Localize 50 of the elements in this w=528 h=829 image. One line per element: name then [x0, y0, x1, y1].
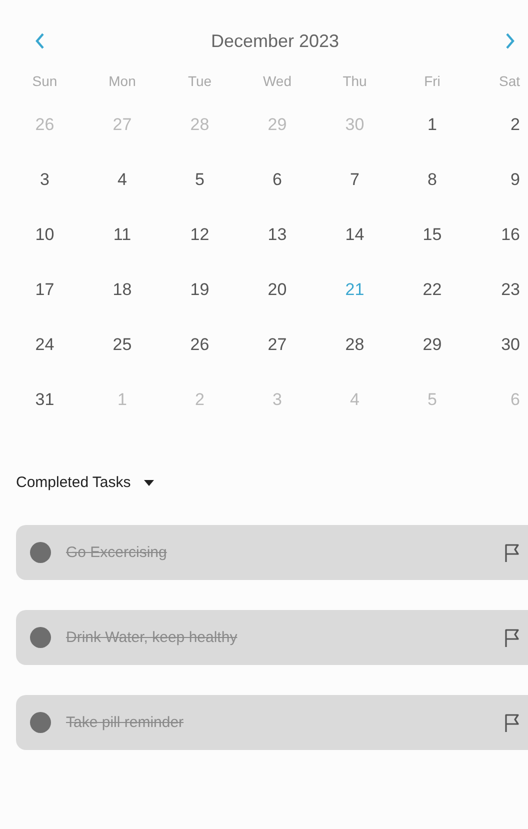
calendar-day[interactable]: 3 [40, 169, 50, 191]
calendar-day[interactable]: 15 [422, 224, 442, 246]
calendar-day[interactable]: 5 [195, 169, 204, 191]
month-title: December 2023 [210, 30, 340, 52]
task-title: Drink Water, keep healthy [66, 629, 238, 646]
weekday-label: Fri [424, 72, 440, 91]
calendar-day[interactable]: 18 [112, 279, 132, 301]
weekday-label: Sat [498, 72, 520, 91]
calendar-day[interactable]: 14 [345, 224, 364, 246]
flag-icon[interactable] [504, 628, 520, 648]
status-dot-icon [30, 542, 51, 563]
weekday-label: Sun [32, 72, 58, 91]
calendar-day[interactable]: 4 [118, 169, 127, 191]
calendar-day[interactable]: 10 [35, 224, 54, 246]
weekday-label: Thu [342, 72, 367, 91]
calendar-day[interactable]: 19 [190, 279, 210, 301]
calendar-day[interactable]: 28 [345, 334, 364, 356]
status-dot-icon [30, 712, 51, 733]
weekday-label: Tue [188, 72, 212, 91]
previous-month-button[interactable] [34, 32, 46, 50]
task-title: Go Excercising [66, 544, 168, 561]
calendar-day[interactable]: 31 [35, 389, 54, 411]
calendar-day[interactable]: 16 [501, 224, 520, 246]
calendar-day[interactable]: 7 [350, 169, 360, 191]
calendar-day[interactable]: 13 [268, 224, 287, 246]
next-month-button[interactable] [504, 32, 516, 50]
calendar-day[interactable]: 1 [428, 114, 437, 136]
calendar-day[interactable]: 30 [501, 334, 520, 356]
calendar-day[interactable]: 27 [268, 334, 287, 356]
calendar-day[interactable]: 22 [422, 279, 442, 301]
task-title: Take pill reminder [66, 714, 185, 731]
calendar-day[interactable]: 29 [422, 334, 442, 356]
calendar-day[interactable]: 12 [190, 224, 210, 246]
status-dot-icon [30, 627, 51, 648]
calendar-day[interactable]: 23 [501, 279, 520, 301]
calendar-day[interactable]: 17 [35, 279, 54, 301]
calendar-day[interactable]: 2 [510, 114, 520, 136]
calendar-day[interactable]: 26 [190, 334, 210, 356]
calendar-day[interactable]: 8 [428, 169, 437, 191]
calendar-day[interactable]: 25 [112, 334, 132, 356]
weekday-label: Mon [108, 72, 136, 91]
calendar-day[interactable]: 24 [35, 334, 54, 356]
section-toggle[interactable]: Completed Tasks [16, 474, 155, 491]
calendar-day[interactable]: 6 [272, 169, 282, 191]
weekday-label: Wed [262, 72, 292, 91]
flag-icon[interactable] [504, 712, 520, 732]
flag-icon[interactable] [504, 542, 520, 562]
calendar-day[interactable]: 9 [510, 169, 520, 191]
calendar-day[interactable]: 20 [268, 279, 287, 301]
calendar-day[interactable]: 11 [113, 224, 132, 246]
